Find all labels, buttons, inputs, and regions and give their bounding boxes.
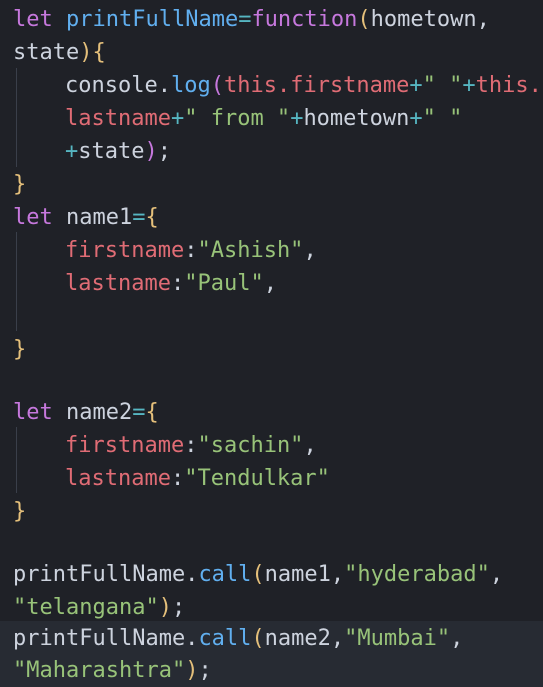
code-line[interactable]: let name1={: [13, 201, 159, 234]
code-line[interactable]: firstname:"Ashish",: [13, 234, 317, 267]
operator: =: [238, 7, 252, 32]
operator: =: [132, 205, 146, 230]
string: "Maharashtra": [13, 658, 186, 683]
bracket: {: [92, 40, 106, 65]
comma: ,: [450, 626, 464, 651]
identifier: hometown: [303, 106, 410, 131]
keyword: function: [251, 7, 358, 32]
keyword: let: [13, 7, 53, 32]
bracket: ): [185, 658, 199, 683]
property: firstname: [65, 433, 185, 458]
identifier: state: [78, 139, 145, 164]
method-name: call: [198, 626, 252, 651]
code-line[interactable]: let name2={: [13, 396, 159, 429]
property: lastname: [65, 271, 171, 296]
identifier: console.: [65, 73, 171, 98]
string: " ": [422, 106, 463, 131]
code-line[interactable]: state){: [13, 36, 106, 69]
bracket: (: [357, 7, 371, 32]
operator: +: [409, 73, 423, 98]
property: firstname: [290, 73, 410, 98]
code-line[interactable]: let printFullName=function(hometown,: [13, 3, 490, 36]
comma: ,: [303, 433, 317, 458]
bracket: ): [79, 40, 93, 65]
operator: =: [132, 400, 146, 425]
string: "sachin": [197, 433, 304, 458]
string: "Tendulkar": [184, 466, 330, 491]
identifier: name2: [66, 400, 133, 425]
bracket: }: [13, 499, 27, 524]
property: firstname: [65, 238, 185, 263]
bracket: }: [13, 337, 27, 362]
argument: name2,: [264, 626, 345, 651]
string: " ": [422, 73, 463, 98]
operator: +: [462, 73, 476, 98]
code-line[interactable]: +state);: [13, 135, 171, 168]
method-name: log: [170, 73, 211, 98]
comma: ,: [303, 238, 317, 263]
string: "Mumbai": [344, 626, 451, 651]
code-line[interactable]: }: [13, 333, 26, 366]
colon: :: [184, 433, 198, 458]
semicolon: ;: [171, 595, 186, 620]
property: lastname: [65, 106, 171, 131]
operator: +: [65, 139, 79, 164]
string: "Ashish": [197, 238, 304, 263]
this-keyword: this.: [223, 73, 291, 98]
identifier: printFullName.: [13, 562, 199, 587]
code-line[interactable]: "telangana");: [13, 591, 185, 624]
operator: +: [409, 106, 423, 131]
keyword: let: [13, 205, 53, 230]
bracket: (: [210, 73, 224, 98]
this-keyword: this.: [475, 73, 542, 98]
code-line[interactable]: "Maharashtra");: [13, 654, 212, 687]
code-line[interactable]: printFullName.call(name1,"hyderabad",: [13, 558, 503, 591]
semicolon: ;: [198, 658, 212, 683]
property: lastname: [65, 466, 171, 491]
string: "telangana": [13, 595, 159, 620]
bracket: {: [145, 400, 159, 425]
bracket: {: [145, 205, 159, 230]
keyword: let: [13, 400, 53, 425]
code-editor[interactable]: let printFullName=function(hometown, sta…: [0, 0, 543, 687]
parameter: hometown,: [370, 7, 490, 32]
string: "hyderabad": [344, 562, 490, 587]
bracket: ): [144, 139, 158, 164]
identifier: printFullName.: [13, 626, 199, 651]
operator: +: [170, 106, 185, 131]
colon: :: [184, 238, 198, 263]
string: "Paul": [184, 271, 264, 296]
bracket: (: [251, 562, 265, 587]
comma: ,: [489, 562, 504, 587]
code-line[interactable]: console.log(this.firstname+" "+this.: [13, 69, 542, 102]
comma: ,: [263, 271, 277, 296]
bracket: ): [158, 595, 172, 620]
code-line[interactable]: }: [13, 168, 26, 201]
code-line[interactable]: firstname:"sachin",: [13, 429, 317, 462]
string: " from ": [184, 106, 291, 131]
colon: :: [170, 271, 185, 296]
function-name: printFullName: [66, 7, 239, 32]
colon: :: [170, 466, 185, 491]
code-line[interactable]: lastname+" from "+hometown+" ": [13, 102, 462, 135]
semicolon: ;: [157, 139, 171, 164]
method-name: call: [198, 562, 252, 587]
identifier: name1: [66, 205, 133, 230]
bracket: }: [13, 172, 27, 197]
code-line[interactable]: }: [13, 495, 26, 528]
code-line[interactable]: printFullName.call(name2,"Mumbai",: [13, 622, 463, 655]
bracket: (: [251, 626, 265, 651]
operator: +: [290, 106, 304, 131]
argument: name1,: [264, 562, 345, 587]
code-line[interactable]: lastname:"Paul",: [13, 267, 277, 300]
parameter: state: [13, 40, 80, 65]
code-line[interactable]: lastname:"Tendulkar": [13, 462, 330, 495]
